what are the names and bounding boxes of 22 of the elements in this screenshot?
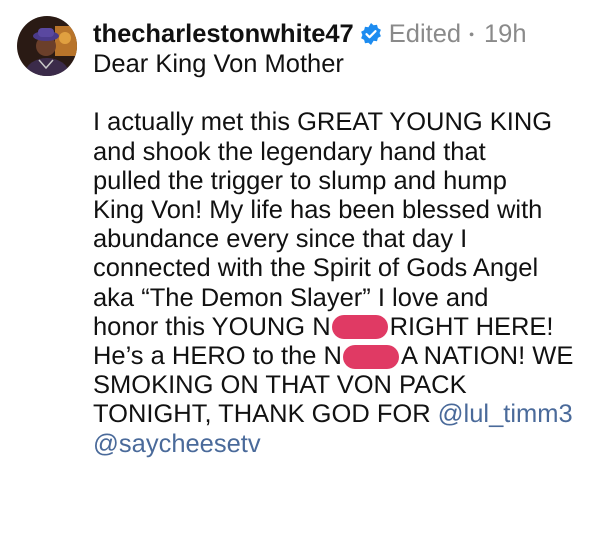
comment-text: RIGHT HERE!: [390, 312, 554, 342]
comment-text: SMOKING ON THAT VON PACK: [93, 371, 467, 400]
comment-text: I actually met this GREAT YOUNG KING: [93, 108, 552, 138]
comment-text: aka “The Demon Slayer” I love and: [93, 284, 488, 313]
redaction-mark: [332, 315, 388, 340]
comment-text: TONIGHT, THANK GOD FOR: [93, 400, 431, 430]
comment-text: He’s a HERO to the N: [93, 342, 342, 372]
username[interactable]: thecharlestonwhite47: [93, 20, 354, 48]
comment-text: King Von! My life has been blessed with: [93, 196, 542, 226]
comment-text: honor this YOUNG N: [93, 312, 331, 342]
redaction-mark: [342, 344, 399, 369]
comment-text: connected with the Spirit of Gods Angel: [93, 254, 538, 284]
timestamp: 19h: [484, 20, 527, 48]
comment-text: and shook the legendary hand that: [93, 138, 486, 167]
mention-link[interactable]: @lul_timm3: [438, 400, 573, 430]
comment-text: abundance every since that day I: [93, 225, 468, 254]
comment-text: pulled the trigger to slump and hump: [93, 166, 507, 196]
comment-text: A NATION! WE: [400, 342, 574, 372]
comment-text: Dear King Von Mother: [93, 50, 345, 80]
separator-dot: •: [469, 26, 474, 42]
mention-link[interactable]: @saycheesetv: [93, 430, 261, 459]
edited-label: Edited: [388, 20, 462, 48]
